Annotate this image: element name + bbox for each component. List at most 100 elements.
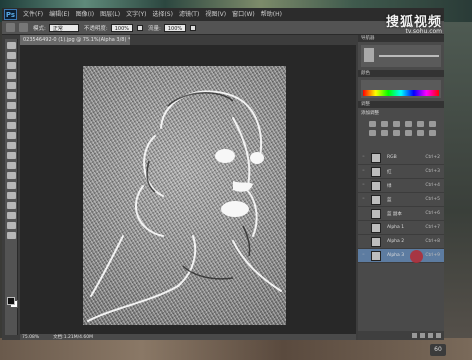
healing-tool-icon[interactable] [7,102,16,109]
channel-row-alpha-2[interactable]: Alpha 2 Ctrl+8 [358,235,444,249]
adjustments-panel-header[interactable]: 调整 [358,101,444,108]
path-select-tool-icon[interactable] [7,202,16,209]
channel-shortcut: Ctrl+3 [425,169,440,174]
channel-row-alpha-1[interactable]: Alpha 1 Ctrl+7 [358,221,444,235]
channel-row-alpha-3[interactable]: ◦ Alpha 3 Ctrl+9 [358,249,444,263]
marquee-tool-icon[interactable] [7,52,16,59]
menu-layer[interactable]: 图层(L) [97,8,123,21]
ps-logo: Ps [4,9,17,20]
visibility-eye-icon[interactable]: ◦ [360,169,367,174]
blur-tool-icon[interactable] [7,162,16,169]
threshold-icon[interactable] [429,130,436,136]
portrait-outline [87,90,282,322]
channel-row-blue[interactable]: ◦ 蓝 Ctrl+5 [358,193,444,207]
brush-tool-icon[interactable] [6,23,15,32]
channel-thumbnail [371,180,381,191]
channel-row-rgb[interactable]: ◦ RGB Ctrl+2 [358,151,444,165]
menu-help[interactable]: 帮助(H) [258,8,285,21]
channel-thumbnail [371,194,381,205]
zoom-readout[interactable]: 75.08% [22,335,39,340]
visibility-eye-icon[interactable] [360,225,367,230]
visibility-eye-icon[interactable] [360,211,367,216]
color-panel-header[interactable]: 颜色 [358,70,444,77]
foreground-color-swatch[interactable] [7,297,15,305]
menu-edit[interactable]: 编辑(E) [46,8,72,21]
hue-saturation-icon[interactable] [429,121,436,127]
exposure-icon[interactable] [405,121,412,127]
channel-name: 蓝 副本 [387,211,402,217]
quick-select-tool-icon[interactable] [7,72,16,79]
load-selection-icon[interactable] [412,333,417,338]
channel-name: 红 [387,169,392,175]
channel-row-green[interactable]: ◦ 绿 Ctrl+4 [358,179,444,193]
delete-channel-icon[interactable] [436,333,441,338]
invert-icon[interactable] [417,130,424,136]
mode-select[interactable]: 正常 [48,23,79,32]
menu-image[interactable]: 图像(I) [73,8,97,21]
crop-tool-icon[interactable] [7,82,16,89]
channel-shortcut: Ctrl+9 [425,253,440,258]
channel-shortcut: Ctrl+4 [425,183,440,188]
brush-preset-icon[interactable] [19,23,28,32]
black-white-icon[interactable] [381,130,388,136]
channel-row-red[interactable]: ◦ 红 Ctrl+3 [358,165,444,179]
channel-mixer-icon[interactable] [405,130,412,136]
canvas-area[interactable] [20,45,356,334]
stamp-tool-icon[interactable] [7,122,16,129]
visibility-eye-icon[interactable] [360,239,367,244]
curves-icon[interactable] [393,121,400,127]
history-brush-tool-icon[interactable] [7,132,16,139]
channel-thumbnail [371,208,381,219]
navigator-zoom-slider[interactable] [379,55,439,57]
flow-field[interactable]: 100% [163,23,187,32]
eyedropper-tool-icon[interactable] [7,92,16,99]
visibility-eye-icon[interactable]: ◦ [360,183,367,188]
brightness-icon[interactable] [369,121,376,127]
channel-name: Alpha 1 [387,225,405,230]
photo-filter-icon[interactable] [393,130,400,136]
add-adjustment-label: 添加调整 [361,111,379,116]
zoom-tool-icon[interactable] [7,232,16,239]
visibility-eye-icon[interactable]: ◦ [360,155,367,160]
menu-file[interactable]: 文件(F) [20,8,46,21]
channel-shortcut: Ctrl+7 [425,225,440,230]
menu-filter[interactable]: 滤镜(T) [176,8,202,21]
navigator-panel-header[interactable]: 导航器 [358,35,444,42]
airbrush-toggle[interactable] [190,24,197,31]
visibility-eye-icon[interactable]: ◦ [360,253,367,258]
navigator-thumbnail[interactable] [364,48,374,62]
mouse-cursor-highlight [410,250,423,263]
pen-tool-icon[interactable] [7,182,16,189]
eraser-tool-icon[interactable] [7,142,16,149]
document-size: 文档:1.21M/4.60M [53,335,94,340]
tools-panel [5,39,18,335]
vibrance-icon[interactable] [417,121,424,127]
dodge-tool-icon[interactable] [7,172,16,179]
save-selection-icon[interactable] [420,333,425,338]
document-tab[interactable]: 023546492-0 (1).jpg @ 75.1%(Alpha 3/8) * [20,35,130,45]
levels-icon[interactable] [381,121,388,127]
menu-view[interactable]: 视图(V) [202,8,229,21]
color-balance-icon[interactable] [369,130,376,136]
hand-tool-icon[interactable] [7,222,16,229]
visibility-eye-icon[interactable]: ◦ [360,197,367,202]
color-spectrum[interactable] [363,90,439,96]
pressure-opacity-toggle[interactable] [137,24,144,31]
move-tool-icon[interactable] [7,42,16,49]
channel-row-blue-copy[interactable]: 蓝 副本 Ctrl+6 [358,207,444,221]
channel-thumbnail [371,236,381,247]
new-channel-icon[interactable] [428,333,433,338]
desktop-background-right [444,22,472,338]
desktop-background-bottom [0,338,472,360]
shape-tool-icon[interactable] [7,212,16,219]
embossed-portrait-image[interactable] [83,66,286,325]
menu-select[interactable]: 选择(S) [149,8,176,21]
opacity-field[interactable]: 100% [110,23,134,32]
menu-type[interactable]: 文字(Y) [123,8,149,21]
opacity-label: 不透明度: [83,25,108,32]
menu-window[interactable]: 窗口(W) [229,8,258,21]
lasso-tool-icon[interactable] [7,62,16,69]
brush-tool-icon[interactable] [7,112,16,119]
type-tool-icon[interactable] [7,192,16,199]
gradient-tool-icon[interactable] [7,152,16,159]
